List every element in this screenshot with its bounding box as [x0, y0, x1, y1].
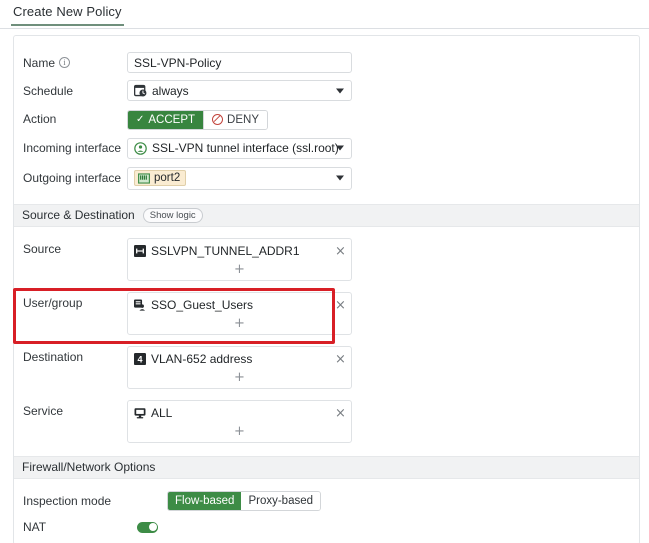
service-all-icon — [134, 407, 146, 419]
field-service: ALL × + — [127, 400, 352, 443]
inspection-mode-segmented-control: Flow-based Proxy-based — [167, 491, 321, 511]
row-inspection-mode: Inspection mode Flow-based Proxy-based — [14, 479, 639, 511]
schedule-calendar-clock-icon — [134, 84, 147, 97]
destination-add-button[interactable]: + — [128, 369, 351, 386]
label-outgoing-interface: Outgoing interface — [23, 167, 127, 190]
list-item[interactable]: ALL × — [128, 404, 351, 423]
user-group-box: SSO_Guest_Users × + — [127, 292, 352, 335]
user-group-add-button[interactable]: + — [128, 315, 351, 332]
field-outgoing-interface: port2 — [127, 167, 352, 190]
incoming-interface-select[interactable]: SSL-VPN tunnel interface (ssl.root) — [127, 138, 352, 159]
remove-icon[interactable]: × — [334, 245, 347, 258]
service-item-name: ALL — [151, 406, 329, 420]
label-destination: Destination — [23, 346, 127, 368]
schedule-value: always — [152, 84, 189, 98]
outgoing-interface-tag[interactable]: port2 — [134, 170, 186, 186]
label-service: Service — [23, 400, 127, 422]
incoming-interface-value: SSL-VPN tunnel interface (ssl.root) — [152, 141, 339, 155]
schedule-select[interactable]: always — [127, 80, 352, 101]
row-incoming-interface: Incoming interface SSL-VPN tunnel interf… — [14, 130, 639, 159]
action-accept-label: ACCEPT — [148, 114, 195, 126]
section-firewall-options-header: Firewall/Network Options — [14, 456, 639, 479]
label-user-group: User/group — [23, 292, 127, 314]
label-inspection-mode: Inspection mode — [23, 491, 127, 511]
row-service: Service ALL × — [14, 389, 639, 456]
nat-toggle[interactable] — [137, 522, 158, 533]
field-incoming-interface: SSL-VPN tunnel interface (ssl.root) — [127, 138, 352, 159]
field-nat — [127, 521, 158, 533]
outgoing-interface-tag-label: port2 — [154, 172, 180, 184]
list-item[interactable]: SSLVPN_TUNNEL_ADDR1 × — [128, 242, 351, 261]
svg-text:4: 4 — [137, 354, 142, 364]
label-action: Action — [23, 109, 127, 129]
row-schedule: Schedule always — [14, 73, 639, 101]
chevron-down-icon — [336, 88, 344, 93]
label-source: Source — [23, 238, 127, 260]
service-box: ALL × + — [127, 400, 352, 443]
label-nat: NAT — [23, 521, 127, 534]
list-item[interactable]: 4 VLAN-652 address × — [128, 350, 351, 369]
ssl-vpn-tunnel-icon — [134, 142, 147, 155]
ban-icon — [212, 114, 223, 125]
physical-port-icon — [138, 173, 150, 184]
service-add-button[interactable]: + — [128, 423, 351, 440]
field-action: ✓ ACCEPT DENY — [127, 109, 268, 130]
row-outgoing-interface: Outgoing interface p — [14, 159, 639, 204]
create-new-policy-screen: Create New Policy Name i SSL-VPN-Policy … — [0, 0, 649, 543]
row-name: Name i SSL-VPN-Policy — [14, 36, 639, 73]
user-group-item-name: SSO_Guest_Users — [151, 298, 329, 312]
name-label-text: Name — [23, 56, 55, 70]
tab-bar: Create New Policy — [0, 0, 649, 29]
row-nat: NAT — [14, 511, 639, 534]
field-name: SSL-VPN-Policy — [127, 52, 352, 73]
action-segmented-control: ✓ ACCEPT DENY — [127, 110, 268, 130]
row-source: Source SSLVPN_TUNNEL_ADDR1 — [14, 227, 639, 281]
field-destination: 4 VLAN-652 address × + — [127, 346, 352, 389]
field-source: SSLVPN_TUNNEL_ADDR1 × + — [127, 238, 352, 281]
field-inspection-mode: Flow-based Proxy-based — [127, 491, 321, 511]
row-action: Action ✓ ACCEPT DENY — [14, 101, 639, 130]
name-input[interactable]: SSL-VPN-Policy — [127, 52, 352, 73]
check-icon: ✓ — [136, 114, 144, 125]
policy-form-card: Name i SSL-VPN-Policy Schedule — [13, 35, 640, 543]
address-range-icon — [134, 245, 146, 257]
show-logic-button[interactable]: Show logic — [143, 208, 203, 223]
source-item-name: SSLVPN_TUNNEL_ADDR1 — [151, 244, 329, 258]
inspection-mode-proxy-button[interactable]: Proxy-based — [241, 492, 320, 510]
list-item[interactable]: SSO_Guest_Users × — [128, 296, 351, 315]
destination-item-name: VLAN-652 address — [151, 352, 329, 366]
inspection-mode-flow-button[interactable]: Flow-based — [168, 492, 241, 510]
tab-create-new-policy[interactable]: Create New Policy — [11, 4, 124, 26]
row-user-group: User/group SSO_Guest — [14, 281, 639, 335]
outgoing-interface-select[interactable]: port2 — [127, 167, 352, 190]
action-accept-button[interactable]: ✓ ACCEPT — [128, 111, 203, 129]
field-user-group: SSO_Guest_Users × + — [127, 292, 352, 335]
field-schedule: always — [127, 80, 352, 101]
row-destination: Destination 4 VLAN-652 address × + — [14, 335, 639, 389]
source-add-button[interactable]: + — [128, 261, 351, 278]
label-schedule: Schedule — [23, 80, 127, 101]
section-source-destination-title: Source & Destination — [22, 208, 135, 222]
chevron-down-icon — [336, 176, 344, 181]
remove-icon[interactable]: × — [334, 299, 347, 312]
source-box: SSLVPN_TUNNEL_ADDR1 × + — [127, 238, 352, 281]
label-name: Name i — [23, 52, 127, 73]
chevron-down-icon — [336, 146, 344, 151]
ipv4-subnet-icon: 4 — [134, 353, 146, 365]
action-deny-label: DENY — [227, 114, 259, 126]
destination-box: 4 VLAN-652 address × + — [127, 346, 352, 389]
info-circle-icon[interactable]: i — [59, 57, 70, 68]
section-firewall-options-title: Firewall/Network Options — [22, 460, 155, 474]
remove-icon[interactable]: × — [334, 407, 347, 420]
remove-icon[interactable]: × — [334, 353, 347, 366]
user-group-icon — [134, 299, 146, 311]
section-source-destination-header: Source & Destination Show logic — [14, 204, 639, 227]
label-incoming-interface: Incoming interface — [23, 138, 127, 159]
action-deny-button[interactable]: DENY — [203, 111, 267, 129]
